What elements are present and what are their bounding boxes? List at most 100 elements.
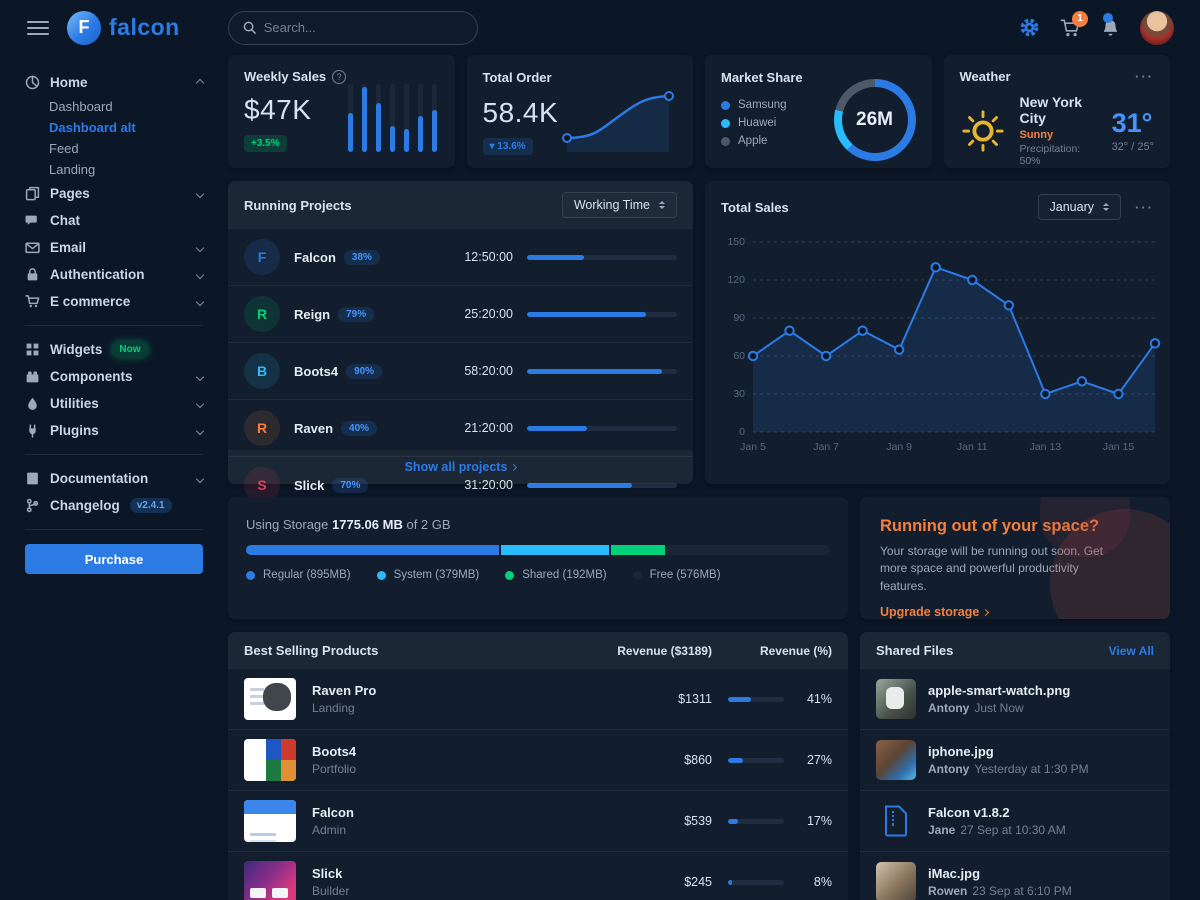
- sidebar-divider: [25, 325, 203, 326]
- project-row[interactable]: B Boots4 90% 58:20:00: [228, 343, 693, 400]
- sidebar-item-email[interactable]: Email: [25, 234, 203, 261]
- book-icon: [25, 471, 40, 486]
- svg-text:150: 150: [727, 236, 745, 248]
- sun-icon: [960, 108, 1006, 154]
- view-all-link[interactable]: View All: [1109, 644, 1154, 658]
- sidebar-item-label: Home: [50, 75, 88, 90]
- card-title: Best Selling Products: [244, 643, 378, 658]
- weekly-sales-badge: +3.5%: [244, 135, 287, 152]
- shared-file-row[interactable]: iMac.jpg Rowen23 Sep at 6:10 PM: [860, 852, 1170, 900]
- sidebar-item-components[interactable]: Components: [25, 363, 203, 390]
- search-input[interactable]: [264, 20, 444, 35]
- sidebar-item-chat[interactable]: Chat: [25, 207, 203, 234]
- weekly-sales-card: Weekly Sales $47K +3.5%: [228, 55, 455, 168]
- file-name: Falcon v1.8.2: [928, 805, 1066, 820]
- storage-legend-item: Regular (895MB): [246, 569, 351, 581]
- sidebar-item-utilities[interactable]: Utilities: [25, 390, 203, 417]
- sidebar-item-landing[interactable]: Landing: [25, 159, 203, 180]
- svg-text:Jan 7: Jan 7: [813, 441, 839, 453]
- ellipsis-menu-icon[interactable]: [1135, 69, 1154, 84]
- search-box[interactable]: [228, 11, 478, 45]
- file-user: Rowen: [928, 884, 967, 898]
- svg-text:Jan 15: Jan 15: [1103, 441, 1135, 453]
- sidebar-item-dashboard[interactable]: Dashboard: [25, 96, 203, 117]
- cart-icon: [25, 294, 40, 309]
- plug-icon: [25, 423, 40, 438]
- product-category: Admin: [312, 823, 354, 837]
- product-pct: 27%: [800, 753, 832, 767]
- chevron-down-icon: [196, 426, 204, 434]
- product-row[interactable]: Boots4Portfolio $860 27%: [228, 730, 848, 791]
- project-name: Raven: [294, 421, 333, 436]
- sidebar-item-documentation[interactable]: Documentation: [25, 465, 203, 492]
- storage-stacked-bar: [246, 545, 830, 555]
- file-user: Jane: [928, 823, 955, 837]
- storage-usage-text: Using Storage 1775.06 MB of 2 GB: [246, 517, 830, 532]
- product-row[interactable]: FalconAdmin $539 17%: [228, 791, 848, 852]
- project-row[interactable]: R Raven 40% 21:20:00: [228, 400, 693, 457]
- project-avatar: R: [244, 296, 280, 332]
- sidebar-item-pages[interactable]: Pages: [25, 180, 203, 207]
- shared-files-card: Shared Files View All apple-smart-watch.…: [860, 632, 1170, 900]
- product-name: Raven Pro: [312, 683, 376, 698]
- product-pct: 17%: [800, 814, 832, 828]
- sidebar-item-authentication[interactable]: Authentication: [25, 261, 203, 288]
- chart-pie-icon: [25, 75, 40, 90]
- svg-text:60: 60: [733, 350, 745, 362]
- sidebar-item-label: E commerce: [50, 294, 130, 309]
- brand-name: falcon: [109, 14, 180, 41]
- product-name: Falcon: [312, 805, 354, 820]
- version-badge: v2.4.1: [130, 498, 172, 513]
- total-order-sparkline: [557, 82, 679, 154]
- project-progress-bar: [527, 255, 677, 260]
- upgrade-storage-link[interactable]: Upgrade storage: [880, 605, 988, 619]
- product-revenue: $1311: [660, 692, 712, 706]
- info-icon[interactable]: [332, 70, 346, 84]
- product-row[interactable]: SlickBuilder $245 8%: [228, 852, 848, 900]
- project-row[interactable]: F Falcon 38% 12:50:00: [228, 229, 693, 286]
- product-name: Boots4: [312, 744, 356, 759]
- project-time: 25:20:00: [464, 307, 513, 321]
- chevron-down-icon: [196, 399, 204, 407]
- product-progress-bar: [728, 819, 784, 824]
- purchase-button[interactable]: Purchase: [25, 544, 203, 574]
- settings-gear-icon[interactable]: [1019, 17, 1040, 38]
- shared-file-row[interactable]: Falcon v1.8.2 Jane 27 Sep at 10:30 AM: [860, 791, 1170, 852]
- drop-icon: [25, 396, 40, 411]
- file-thumbnail: [876, 862, 916, 900]
- shared-file-row[interactable]: apple-smart-watch.png AntonyJust Now: [860, 669, 1170, 730]
- sidebar-item-changelog[interactable]: Changelog v2.4.1: [25, 492, 203, 519]
- sidebar-item-dashboard-alt[interactable]: Dashboard alt: [25, 117, 203, 138]
- market-share-donut-chart: 26M: [834, 79, 916, 161]
- hamburger-icon[interactable]: [27, 21, 49, 35]
- storage-segment: [667, 545, 830, 555]
- sidebar-item-widgets[interactable]: Widgets Now: [25, 336, 203, 363]
- working-time-select[interactable]: Working Time: [562, 192, 677, 218]
- svg-text:Jan 13: Jan 13: [1030, 441, 1062, 453]
- product-row[interactable]: Raven ProLanding $1311 41%: [228, 669, 848, 730]
- sidebar-item-feed[interactable]: Feed: [25, 138, 203, 159]
- brand-logo[interactable]: F falcon: [67, 11, 180, 45]
- user-avatar[interactable]: [1140, 11, 1174, 45]
- main-content: Weekly Sales $47K +3.5% Total Order 58.4…: [228, 55, 1170, 900]
- project-avatar: B: [244, 353, 280, 389]
- sidebar-item-ecommerce[interactable]: E commerce: [25, 288, 203, 315]
- storage-legend: Regular (895MB)System (379MB)Shared (192…: [246, 569, 830, 581]
- bell-icon[interactable]: [1101, 18, 1120, 38]
- product-name: Slick: [312, 866, 349, 881]
- sidebar-item-home[interactable]: Home: [25, 69, 203, 96]
- project-row[interactable]: R Reign 79% 25:20:00: [228, 286, 693, 343]
- total-order-badge: ▾ 13.6%: [483, 138, 533, 155]
- sidebar-item-plugins[interactable]: Plugins: [25, 417, 203, 444]
- product-progress-bar: [728, 758, 784, 763]
- shared-file-row[interactable]: iphone.jpg AntonyYesterday at 1:30 PM: [860, 730, 1170, 791]
- now-badge: Now: [112, 342, 147, 357]
- project-pct-badge: 40%: [341, 421, 377, 436]
- month-select[interactable]: January: [1038, 194, 1121, 220]
- ellipsis-menu-icon[interactable]: [1135, 200, 1154, 215]
- file-time: 27 Sep at 10:30 AM: [960, 823, 1065, 837]
- chevron-down-icon: [196, 372, 204, 380]
- col-revenue-header: Revenue ($3189): [617, 644, 712, 658]
- show-all-projects-link[interactable]: Show all projects: [228, 450, 693, 484]
- cart-icon[interactable]: 1: [1060, 18, 1081, 38]
